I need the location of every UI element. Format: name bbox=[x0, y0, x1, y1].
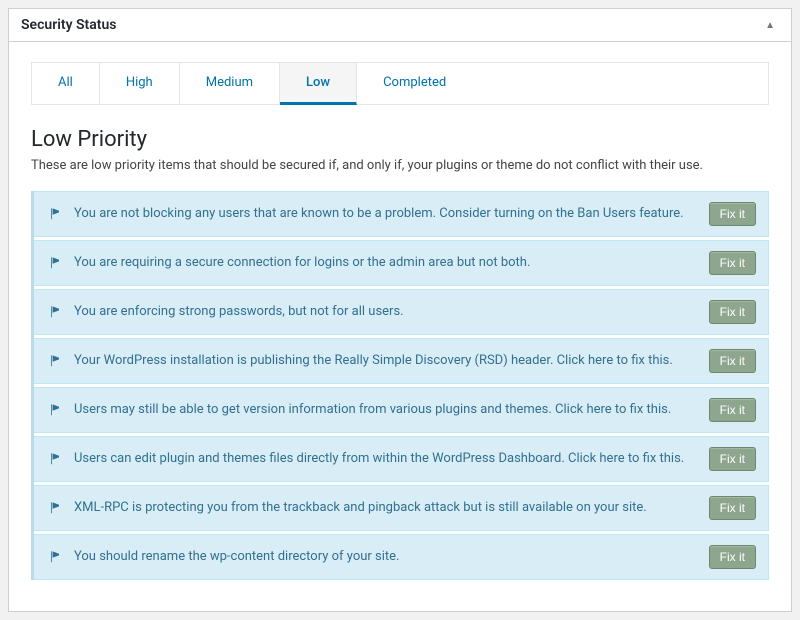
issue-text: Your WordPress installation is publishin… bbox=[74, 352, 699, 371]
fix-it-button[interactable]: Fix it bbox=[709, 447, 756, 471]
issue-list: You are not blocking any users that are … bbox=[31, 191, 769, 580]
issue-item: Users can edit plugin and themes files d… bbox=[34, 436, 769, 482]
tabs-nav: All High Medium Low Completed bbox=[31, 62, 769, 105]
fix-it-button[interactable]: Fix it bbox=[709, 349, 756, 373]
flag-icon bbox=[46, 402, 64, 418]
collapse-toggle-icon[interactable]: ▲ bbox=[761, 20, 779, 31]
fix-it-button[interactable]: Fix it bbox=[709, 300, 756, 324]
tab-completed[interactable]: Completed bbox=[357, 63, 472, 104]
issue-text: You are not blocking any users that are … bbox=[74, 205, 699, 224]
section-title: Low Priority bbox=[31, 127, 769, 152]
flag-icon bbox=[46, 500, 64, 516]
metabox-header: Security Status ▲ bbox=[9, 9, 791, 42]
tab-medium[interactable]: Medium bbox=[180, 63, 280, 104]
fix-it-button[interactable]: Fix it bbox=[709, 545, 756, 569]
issue-item: Users may still be able to get version i… bbox=[34, 387, 769, 433]
metabox-title: Security Status bbox=[21, 17, 116, 33]
issue-text: You are enforcing strong passwords, but … bbox=[74, 303, 699, 322]
metabox-body: All High Medium Low Completed Low Priori… bbox=[9, 42, 791, 604]
fix-it-button[interactable]: Fix it bbox=[709, 496, 756, 520]
issue-item: Your WordPress installation is publishin… bbox=[34, 338, 769, 384]
tab-low[interactable]: Low bbox=[280, 63, 357, 105]
flag-icon bbox=[46, 304, 64, 320]
fix-it-button[interactable]: Fix it bbox=[709, 251, 756, 275]
issue-text: You should rename the wp-content directo… bbox=[74, 548, 699, 567]
tab-all[interactable]: All bbox=[32, 63, 100, 104]
flag-icon bbox=[46, 549, 64, 565]
issue-item: You are not blocking any users that are … bbox=[34, 191, 769, 237]
security-status-metabox: Security Status ▲ All High Medium Low Co… bbox=[8, 8, 792, 612]
issue-item: You are enforcing strong passwords, but … bbox=[34, 289, 769, 335]
section-description: These are low priority items that should… bbox=[31, 158, 769, 173]
issue-text: Users may still be able to get version i… bbox=[74, 401, 699, 420]
issue-item: You are requiring a secure connection fo… bbox=[34, 240, 769, 286]
tab-high[interactable]: High bbox=[100, 63, 180, 104]
flag-icon bbox=[46, 206, 64, 222]
issue-item: XML-RPC is protecting you from the track… bbox=[34, 485, 769, 531]
flag-icon bbox=[46, 353, 64, 369]
fix-it-button[interactable]: Fix it bbox=[709, 398, 756, 422]
fix-it-button[interactable]: Fix it bbox=[709, 202, 756, 226]
issue-item: You should rename the wp-content directo… bbox=[34, 534, 769, 580]
issue-text: XML-RPC is protecting you from the track… bbox=[74, 499, 699, 518]
issue-text: You are requiring a secure connection fo… bbox=[74, 254, 699, 273]
flag-icon bbox=[46, 255, 64, 271]
issue-text: Users can edit plugin and themes files d… bbox=[74, 450, 699, 469]
flag-icon bbox=[46, 451, 64, 467]
